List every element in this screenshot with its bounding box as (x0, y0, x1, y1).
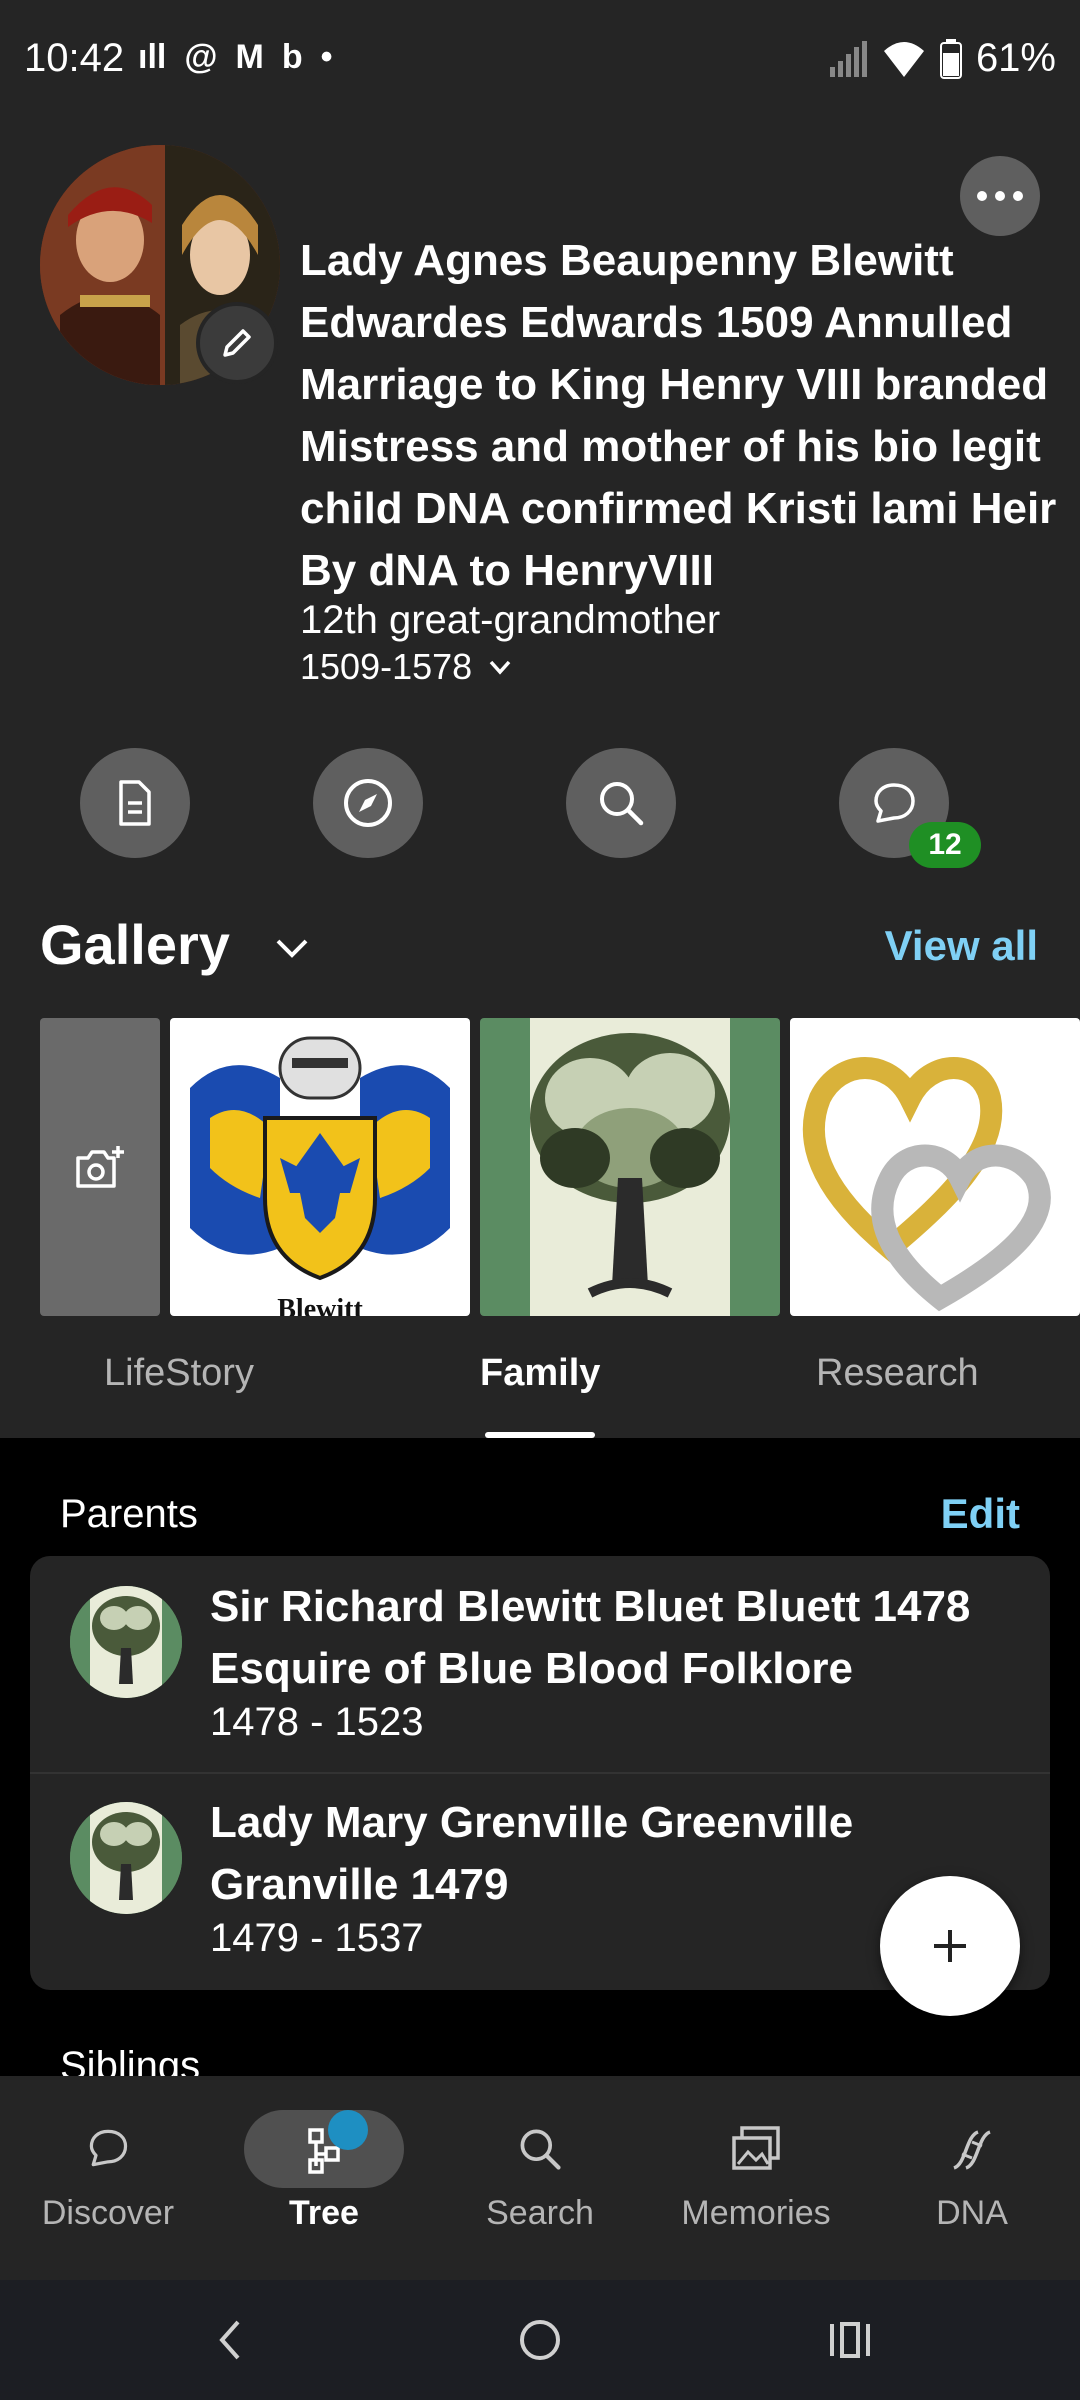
parent-row[interactable]: Sir Richard Blewitt Bluet Bluett 1478 Es… (30, 1556, 1050, 1772)
edit-parents-link[interactable]: Edit (941, 1490, 1020, 1538)
gallery-title: Gallery (40, 913, 230, 976)
chat-bubble-icon (89, 2129, 128, 2167)
comments-count-badge: 12 (909, 822, 981, 868)
parent-avatar (70, 1802, 182, 1914)
crest-caption: Blewitt (277, 1294, 363, 1316)
parent-name: Sir Richard Blewitt Bluet Bluett 1478 Es… (210, 1582, 971, 1693)
nav-label: Memories (681, 2194, 831, 2232)
parent-dates: 1478 - 1523 (210, 1700, 424, 1744)
battery-percent: 61% (975, 36, 1056, 80)
chevron-down-icon[interactable] (268, 924, 316, 972)
tab-research[interactable]: Research (816, 1352, 979, 1395)
bottom-navigation: Discover Tree Search Memories DNA (0, 2076, 1080, 2280)
chat-bubble-icon (874, 783, 915, 823)
notification-dot (328, 2110, 368, 2150)
parent-dates: 1479 - 1537 (210, 1916, 424, 1960)
dot (977, 191, 987, 201)
nav-label: Tree (289, 2194, 359, 2232)
dot (995, 191, 1005, 201)
explore-button[interactable] (313, 748, 423, 858)
tree-image (70, 1802, 182, 1914)
nav-label: DNA (936, 2194, 1008, 2232)
status-right: 61% (828, 36, 1056, 81)
parents-label: Parents (60, 1492, 198, 1536)
wifi-icon (883, 41, 924, 77)
search-icon (520, 2129, 561, 2170)
nav-discover[interactable]: Discover (0, 2076, 216, 2280)
parent-avatar (70, 1586, 182, 1698)
system-navigation-bar (0, 2280, 1080, 2400)
active-tab-indicator (485, 1432, 595, 1438)
status-time: 10:42 (24, 36, 125, 80)
tab-family[interactable]: Family (480, 1352, 600, 1395)
tree-image (70, 1586, 182, 1698)
signal-bars-icon: ıll (138, 38, 167, 76)
search-icon (600, 782, 644, 826)
document-icon (119, 780, 151, 826)
home-icon[interactable] (510, 2310, 570, 2370)
life-dates: 1509-1578 (300, 646, 473, 687)
dna-icon (953, 2130, 991, 2170)
nav-search[interactable]: Search (432, 2076, 648, 2280)
add-photo-button[interactable] (40, 1018, 160, 1316)
compass-icon (344, 779, 392, 827)
gmail-icon: M (235, 38, 264, 76)
nav-dna[interactable]: DNA (864, 2076, 1080, 2280)
notification-icons: ıll @ M b • (138, 38, 333, 77)
nav-label: Discover (41, 2194, 175, 2232)
tree-image (480, 1018, 780, 1316)
images-icon (732, 2126, 780, 2170)
gallery-photo-hearts[interactable] (790, 1018, 1080, 1316)
search-records-button[interactable] (566, 748, 676, 858)
add-relative-button[interactable] (880, 1876, 1020, 2016)
add-photo-icon (76, 1146, 124, 1188)
plus-icon (934, 1930, 966, 1962)
more-options-button[interactable] (960, 156, 1040, 236)
gallery-photo-crest[interactable]: Blewitt (170, 1018, 470, 1316)
person-name: Lady Agnes Beaupenny Blewitt Edwardes Ed… (300, 236, 1057, 595)
gallery-photo-tree[interactable] (480, 1018, 780, 1316)
status-bar: 10:42 ıll @ M b • 61% (0, 0, 1080, 120)
hearts-image (790, 1018, 1080, 1316)
view-all-link[interactable]: View all (885, 922, 1038, 970)
battery-icon (939, 38, 962, 79)
recent-apps-icon[interactable] (820, 2310, 880, 2370)
threads-icon: @ (184, 38, 218, 76)
facts-button[interactable] (80, 748, 190, 858)
cell-signal-icon (829, 40, 867, 77)
nav-memories[interactable]: Memories (648, 2076, 864, 2280)
pencil-icon (223, 329, 251, 357)
coat-of-arms-image (170, 1018, 470, 1316)
bing-icon: b (281, 38, 303, 76)
life-dates-toggle[interactable]: 1509-1578 (300, 646, 514, 688)
relationship-label: 12th great-grandmother (300, 598, 721, 642)
dot-icon: • (320, 38, 333, 76)
back-icon[interactable] (210, 2310, 250, 2370)
chevron-down-icon (489, 660, 511, 675)
tab-lifestory[interactable]: LifeStory (104, 1352, 254, 1395)
edit-photo-button[interactable] (196, 302, 278, 384)
nav-label: Search (486, 2194, 594, 2232)
nav-tree[interactable]: Tree (216, 2076, 432, 2280)
dot (1013, 191, 1023, 201)
